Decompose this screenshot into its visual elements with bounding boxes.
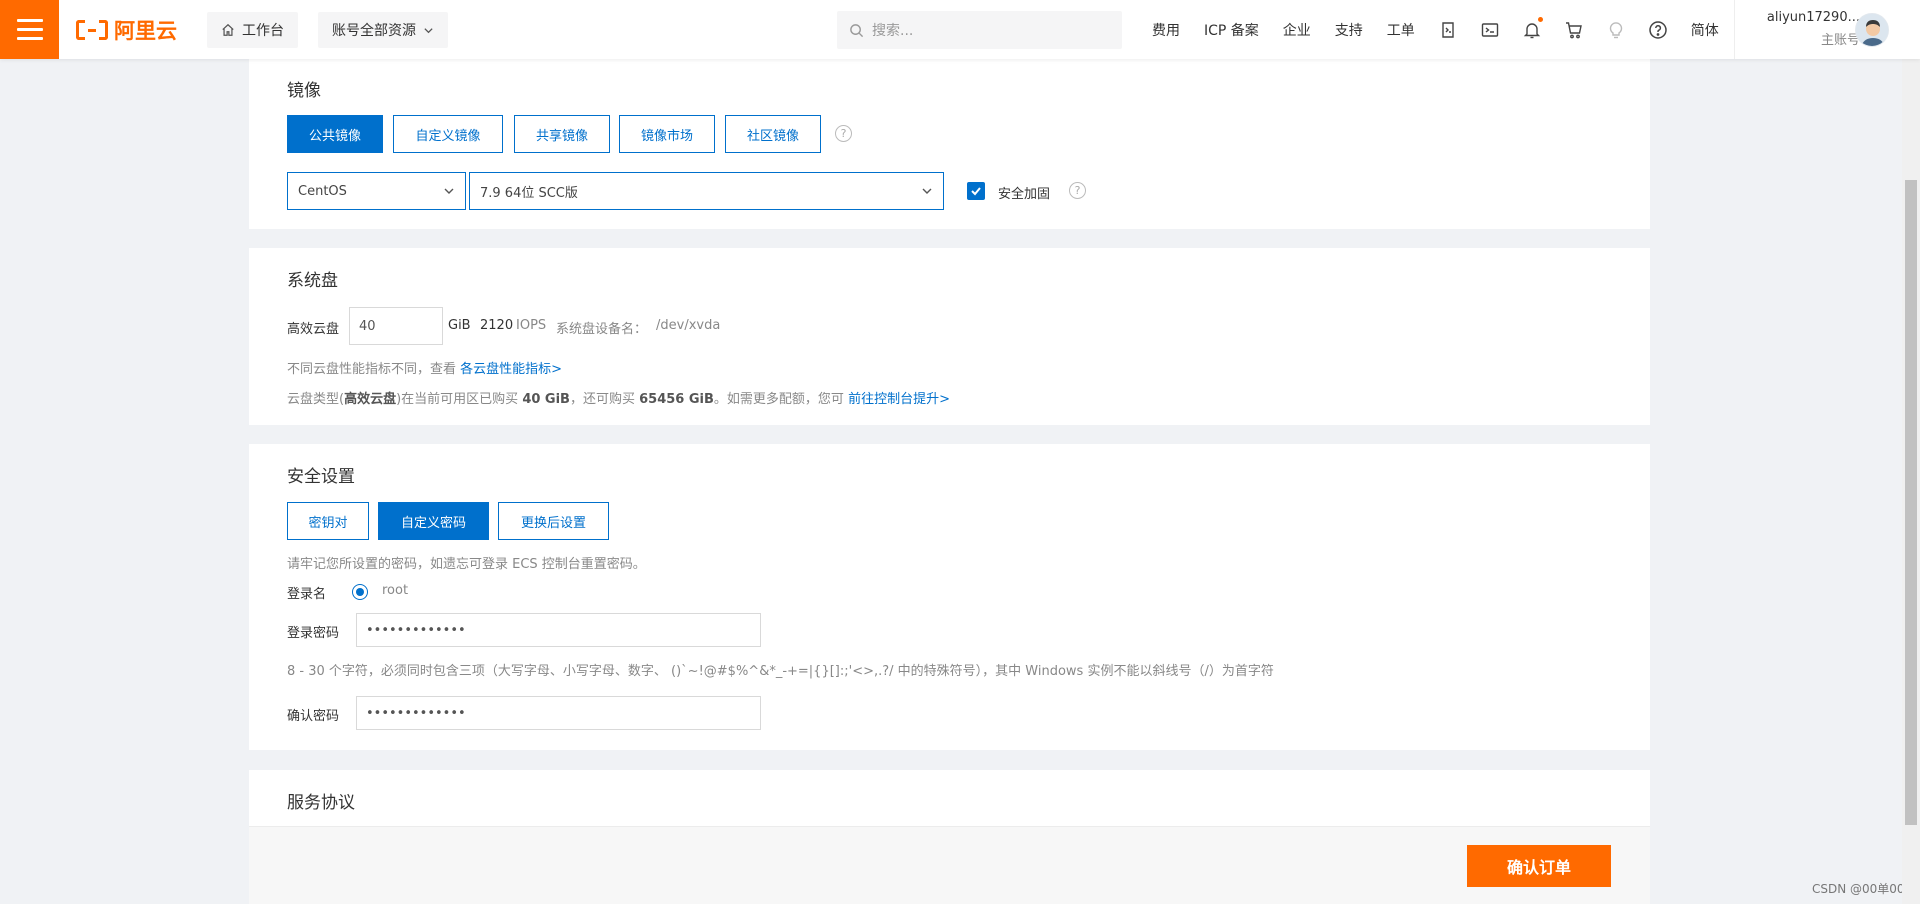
security-hardening-label: 安全加固 bbox=[998, 187, 1051, 202]
nav-divider bbox=[1734, 0, 1735, 59]
chevron-down-icon bbox=[922, 188, 932, 194]
user-role: 主账号 bbox=[1820, 33, 1860, 48]
security-hardening-checkbox[interactable] bbox=[967, 182, 985, 200]
quota-mid1: )在当前可用区已购买 bbox=[396, 392, 519, 407]
image-help-icon[interactable]: ? bbox=[835, 125, 852, 142]
cart-icon[interactable] bbox=[1564, 20, 1584, 40]
cloud-shell-icon[interactable] bbox=[1438, 20, 1458, 40]
tab-custom-image[interactable]: 自定义镜像 bbox=[393, 115, 503, 153]
version-select[interactable]: 7.9 64位 SCC版 bbox=[469, 172, 944, 210]
watermark: CSDN @00单00 bbox=[1812, 882, 1905, 896]
quota-console-link[interactable]: 前往控制台提升> bbox=[848, 392, 950, 407]
os-select[interactable]: CentOS bbox=[287, 172, 466, 210]
confirm-order-button[interactable]: 确认订单 bbox=[1467, 845, 1611, 887]
notification-dot bbox=[1537, 16, 1543, 22]
nav-link-enterprise[interactable]: 企业 bbox=[1283, 20, 1311, 40]
password-label: 登录密码 bbox=[287, 626, 340, 641]
disk-quota-hint: 云盘类型(高效云盘)在当前可用区已购买 40 GiB，还可购买 65456 Gi… bbox=[287, 388, 950, 407]
top-nav: 阿里云 工作台 账号全部资源 搜索... 费用 ICP 备案 企业 支持 工单 bbox=[0, 0, 1920, 59]
nav-link-billing[interactable]: 费用 bbox=[1152, 20, 1180, 40]
disk-panel: 系统盘 高效云盘 40 GiB 2120 IOPS 系统盘设备名： /dev/x… bbox=[249, 248, 1650, 425]
quota-prefix: 云盘类型( bbox=[287, 392, 345, 407]
device-label: 系统盘设备名： bbox=[556, 322, 648, 337]
avatar-image bbox=[1856, 14, 1888, 46]
page-scrollbar[interactable] bbox=[1902, 59, 1920, 904]
iops-label: IOPS bbox=[516, 318, 547, 333]
bell-icon[interactable] bbox=[1522, 16, 1543, 40]
image-section-title: 镜像 bbox=[287, 81, 321, 101]
tab-key-pair[interactable]: 密钥对 bbox=[287, 502, 369, 540]
service-section-title: 服务协议 bbox=[287, 793, 355, 813]
aliyun-logo-mark bbox=[76, 20, 108, 40]
aliyun-logo[interactable]: 阿里云 bbox=[76, 14, 177, 46]
tab-shared-image[interactable]: 共享镜像 bbox=[514, 115, 610, 153]
workbench-label: 工作台 bbox=[242, 23, 284, 39]
chevron-down-icon bbox=[444, 188, 454, 194]
security-help-icon[interactable]: ? bbox=[1069, 182, 1086, 199]
login-name-label: 登录名 bbox=[287, 587, 327, 602]
tab-community-image[interactable]: 社区镜像 bbox=[725, 115, 821, 153]
security-section-title: 安全设置 bbox=[287, 467, 355, 487]
disk-section-title: 系统盘 bbox=[287, 271, 338, 291]
disk-perf-hint-text: 不同云盘性能指标不同，查看 bbox=[287, 362, 457, 377]
disk-perf-hint: 不同云盘性能指标不同，查看 各云盘性能指标> bbox=[287, 358, 562, 377]
quota-mid3: 。如需更多配额，您可 bbox=[713, 392, 844, 407]
nav-link-ticket[interactable]: 工单 bbox=[1387, 20, 1415, 40]
menu-icon[interactable] bbox=[0, 0, 59, 59]
version-select-value: 7.9 64位 SCC版 bbox=[480, 185, 578, 201]
language-switch[interactable]: 简体 bbox=[1691, 20, 1719, 40]
disk-perf-link[interactable]: 各云盘性能指标> bbox=[460, 362, 562, 377]
order-footer bbox=[249, 826, 1650, 904]
device-name: /dev/xvda bbox=[656, 318, 721, 333]
username: aliyun17290... bbox=[1766, 10, 1860, 25]
os-select-value: CentOS bbox=[298, 183, 347, 199]
search-input[interactable]: 搜索... bbox=[837, 11, 1122, 49]
tab-image-market[interactable]: 镜像市场 bbox=[619, 115, 715, 153]
image-panel: 镜像 公共镜像 自定义镜像 共享镜像 镜像市场 社区镜像 ? CentOS 7.… bbox=[249, 59, 1650, 229]
login-name-radio[interactable] bbox=[352, 584, 368, 600]
password-reminder: 请牢记您所设置的密码，如遗忘可登录 ECS 控制台重置密码。 bbox=[287, 557, 646, 572]
tab-set-later[interactable]: 更换后设置 bbox=[498, 502, 609, 540]
tab-custom-password[interactable]: 自定义密码 bbox=[378, 502, 489, 540]
search-icon bbox=[850, 23, 864, 37]
check-icon bbox=[971, 187, 981, 196]
help-icon[interactable] bbox=[1648, 20, 1668, 40]
scrollbar-thumb[interactable] bbox=[1905, 180, 1917, 825]
home-icon bbox=[222, 23, 234, 36]
tab-public-image[interactable]: 公共镜像 bbox=[287, 115, 383, 153]
disk-unit: GiB bbox=[448, 318, 471, 333]
confirm-password-label: 确认密码 bbox=[287, 709, 340, 724]
iops-value: 2120 bbox=[480, 318, 514, 333]
nav-link-icp[interactable]: ICP 备案 bbox=[1204, 20, 1259, 40]
workbench-button[interactable]: 工作台 bbox=[207, 12, 298, 48]
resource-selector-label: 账号全部资源 bbox=[332, 23, 416, 39]
password-input[interactable]: ••••••••••••• bbox=[356, 613, 761, 647]
brand-name: 阿里云 bbox=[114, 19, 177, 43]
search-placeholder: 搜索... bbox=[872, 23, 914, 39]
disk-size-input[interactable]: 40 bbox=[349, 307, 443, 345]
service-panel: 服务协议 bbox=[249, 770, 1650, 830]
quota-bought: 40 GiB bbox=[522, 392, 570, 407]
avatar[interactable] bbox=[1855, 13, 1889, 47]
disk-type-label: 高效云盘 bbox=[287, 322, 340, 337]
confirm-password-input[interactable]: ••••••••••••• bbox=[356, 696, 761, 730]
user-menu[interactable]: aliyun17290... 主账号 bbox=[1748, 10, 1860, 48]
quota-type: 高效云盘 bbox=[344, 392, 397, 407]
security-panel: 安全设置 密钥对 自定义密码 更换后设置 请牢记您所设置的密码，如遗忘可登录 E… bbox=[249, 444, 1650, 750]
terminal-icon[interactable] bbox=[1480, 20, 1500, 40]
login-name-value: root bbox=[382, 583, 409, 598]
password-rule: 8 - 30 个字符，必须同时包含三项（大写字母、小写字母、数字、 ()`~!@… bbox=[287, 664, 1274, 679]
chevron-down-icon bbox=[424, 27, 433, 33]
resource-selector[interactable]: 账号全部资源 bbox=[318, 12, 448, 48]
lightbulb-icon[interactable] bbox=[1606, 20, 1626, 40]
quota-remaining: 65456 GiB bbox=[639, 392, 714, 407]
quota-mid2: ，还可购买 bbox=[569, 392, 635, 407]
nav-link-support[interactable]: 支持 bbox=[1335, 20, 1363, 40]
nav-links: 费用 ICP 备案 企业 支持 工单 简体 bbox=[1140, 0, 1719, 59]
